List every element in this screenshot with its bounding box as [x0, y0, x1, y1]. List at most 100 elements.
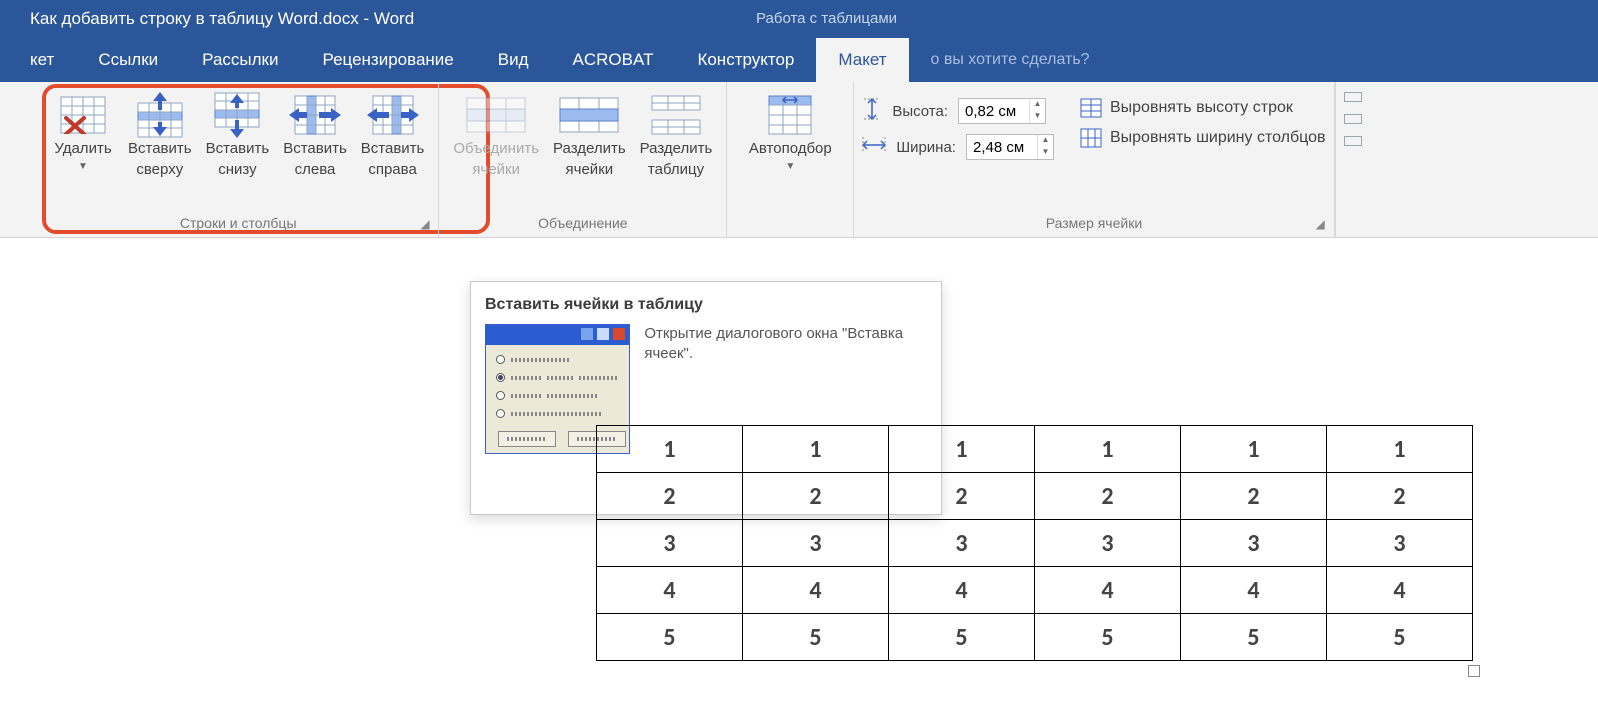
table-cell[interactable]: 1	[889, 426, 1035, 473]
insert-above-button[interactable]: Вставить сверху	[122, 88, 198, 211]
table-cell[interactable]: 4	[889, 567, 1035, 614]
table-cell[interactable]: 5	[743, 614, 889, 661]
insert-left-label1: Вставить	[283, 140, 347, 159]
table-cell[interactable]: 1	[743, 426, 889, 473]
tab-acrobat[interactable]: ACROBAT	[551, 38, 676, 82]
spin-up-icon[interactable]: ▲	[1029, 99, 1045, 111]
table-cell[interactable]: 4	[597, 567, 743, 614]
table-cell[interactable]: 3	[1035, 520, 1181, 567]
tab-review[interactable]: Рецензирование	[300, 38, 475, 82]
table-cell[interactable]: 5	[1181, 614, 1327, 661]
tab-partial[interactable]: кет	[0, 38, 76, 82]
dist-rows-label: Выровнять высоту строк	[1110, 99, 1293, 117]
insert-below-button[interactable]: Вставить снизу	[200, 88, 276, 211]
distribute-cols-button[interactable]: Выровнять ширину столбцов	[1080, 128, 1326, 148]
table-cell[interactable]: 2	[1035, 473, 1181, 520]
merge-label1: Объединить	[453, 140, 539, 159]
table-cell[interactable]: 5	[1327, 614, 1473, 661]
table-cell[interactable]: 2	[597, 473, 743, 520]
table-cell[interactable]: 4	[1327, 567, 1473, 614]
tab-layout[interactable]: Макет	[816, 38, 908, 82]
split-table-icon	[651, 92, 701, 138]
insert-below-label1: Вставить	[206, 140, 270, 159]
merge-cells-button: Объединить ячейки	[447, 88, 545, 211]
insert-left-button[interactable]: Вставить слева	[277, 88, 353, 211]
table-cell[interactable]: 3	[743, 520, 889, 567]
tab-view[interactable]: Вид	[476, 38, 551, 82]
height-icon	[862, 98, 882, 124]
alignment-strip	[1335, 82, 1371, 237]
table-row[interactable]: 333333	[597, 520, 1473, 567]
group-cell-size: Высота: ▲▼ Ширина: ▲▼	[854, 82, 1334, 237]
width-label: Ширина:	[896, 139, 956, 156]
insert-above-label1: Вставить	[128, 140, 192, 159]
table-row[interactable]: 111111	[597, 426, 1473, 473]
table-cell[interactable]: 4	[1181, 567, 1327, 614]
table-row[interactable]: 555555	[597, 614, 1473, 661]
height-field[interactable]	[959, 103, 1029, 120]
table-cell[interactable]: 5	[597, 614, 743, 661]
align-icon[interactable]	[1344, 136, 1362, 146]
rc-dialog-launcher[interactable]: ◢	[420, 217, 434, 231]
spin-down-icon[interactable]: ▼	[1037, 147, 1053, 159]
tab-mailings[interactable]: Рассылки	[180, 38, 300, 82]
align-icon[interactable]	[1344, 92, 1362, 102]
document-table[interactable]: 111111222222333333444444555555	[596, 425, 1473, 661]
spin-down-icon[interactable]: ▼	[1029, 111, 1045, 123]
table-cell[interactable]: 3	[889, 520, 1035, 567]
table-cell[interactable]: 1	[1035, 426, 1181, 473]
tooltip-title: Вставить ячейки в таблицу	[485, 296, 927, 314]
autofit-icon	[768, 92, 812, 138]
width-input[interactable]: ▲▼	[966, 134, 1054, 160]
width-field[interactable]	[967, 139, 1037, 156]
size-dialog-launcher[interactable]: ◢	[1316, 217, 1330, 231]
delete-label: Удалить	[54, 140, 111, 159]
table-resize-handle[interactable]	[1468, 665, 1480, 677]
table-cell[interactable]: 5	[1035, 614, 1181, 661]
table-cell[interactable]: 1	[1327, 426, 1473, 473]
table-cell[interactable]: 5	[889, 614, 1035, 661]
table-cell[interactable]: 2	[1181, 473, 1327, 520]
split-label1: Разделить	[553, 140, 626, 159]
height-input[interactable]: ▲▼	[958, 98, 1046, 124]
merge-label2: ячейки	[472, 161, 520, 180]
table-cell[interactable]: 3	[1181, 520, 1327, 567]
table-cell[interactable]: 3	[1327, 520, 1473, 567]
tab-links[interactable]: Ссылки	[76, 38, 180, 82]
group-size-label: Размер ячейки	[862, 211, 1325, 237]
table-row[interactable]: 444444	[597, 567, 1473, 614]
table-cell[interactable]: 4	[743, 567, 889, 614]
delete-button[interactable]: Удалить ▼	[46, 88, 120, 211]
tab-design[interactable]: Конструктор	[675, 38, 816, 82]
dropdown-caret-icon: ▼	[78, 161, 88, 174]
table-cell[interactable]: 1	[597, 426, 743, 473]
insert-left-icon	[289, 92, 341, 138]
table-cell[interactable]: 4	[1035, 567, 1181, 614]
splitt-label2: таблицу	[648, 161, 704, 180]
table-row[interactable]: 222222	[597, 473, 1473, 520]
ribbon-tabs: кет Ссылки Рассылки Рецензирование Вид A…	[0, 38, 1598, 82]
tell-me[interactable]: о вы хотите сделать?	[909, 38, 1112, 82]
table-cell[interactable]: 2	[1327, 473, 1473, 520]
insert-left-label2: слева	[295, 161, 336, 180]
distribute-rows-button[interactable]: Выровнять высоту строк	[1080, 98, 1326, 118]
split-table-button[interactable]: Разделить таблицу	[634, 88, 719, 211]
align-icon[interactable]	[1344, 114, 1362, 124]
dist-cols-label: Выровнять ширину столбцов	[1110, 129, 1326, 147]
height-label: Высота:	[892, 103, 948, 120]
insert-below-label2: снизу	[218, 161, 256, 180]
autofit-button[interactable]: Автоподбор ▼	[735, 88, 845, 211]
spin-up-icon[interactable]: ▲	[1037, 135, 1053, 147]
insert-right-button[interactable]: Вставить справа	[355, 88, 431, 211]
table-cell[interactable]: 2	[889, 473, 1035, 520]
autofit-label: Автоподбор	[749, 140, 832, 159]
merge-cells-icon	[466, 92, 526, 138]
delete-table-icon	[60, 92, 106, 138]
insert-right-label1: Вставить	[361, 140, 425, 159]
split-cells-button[interactable]: Разделить ячейки	[547, 88, 632, 211]
splitt-label1: Разделить	[640, 140, 713, 159]
table-cell[interactable]: 2	[743, 473, 889, 520]
table-cell[interactable]: 3	[597, 520, 743, 567]
group-rows-columns: Удалить ▼ Вставить сверху	[0, 82, 439, 237]
table-cell[interactable]: 1	[1181, 426, 1327, 473]
